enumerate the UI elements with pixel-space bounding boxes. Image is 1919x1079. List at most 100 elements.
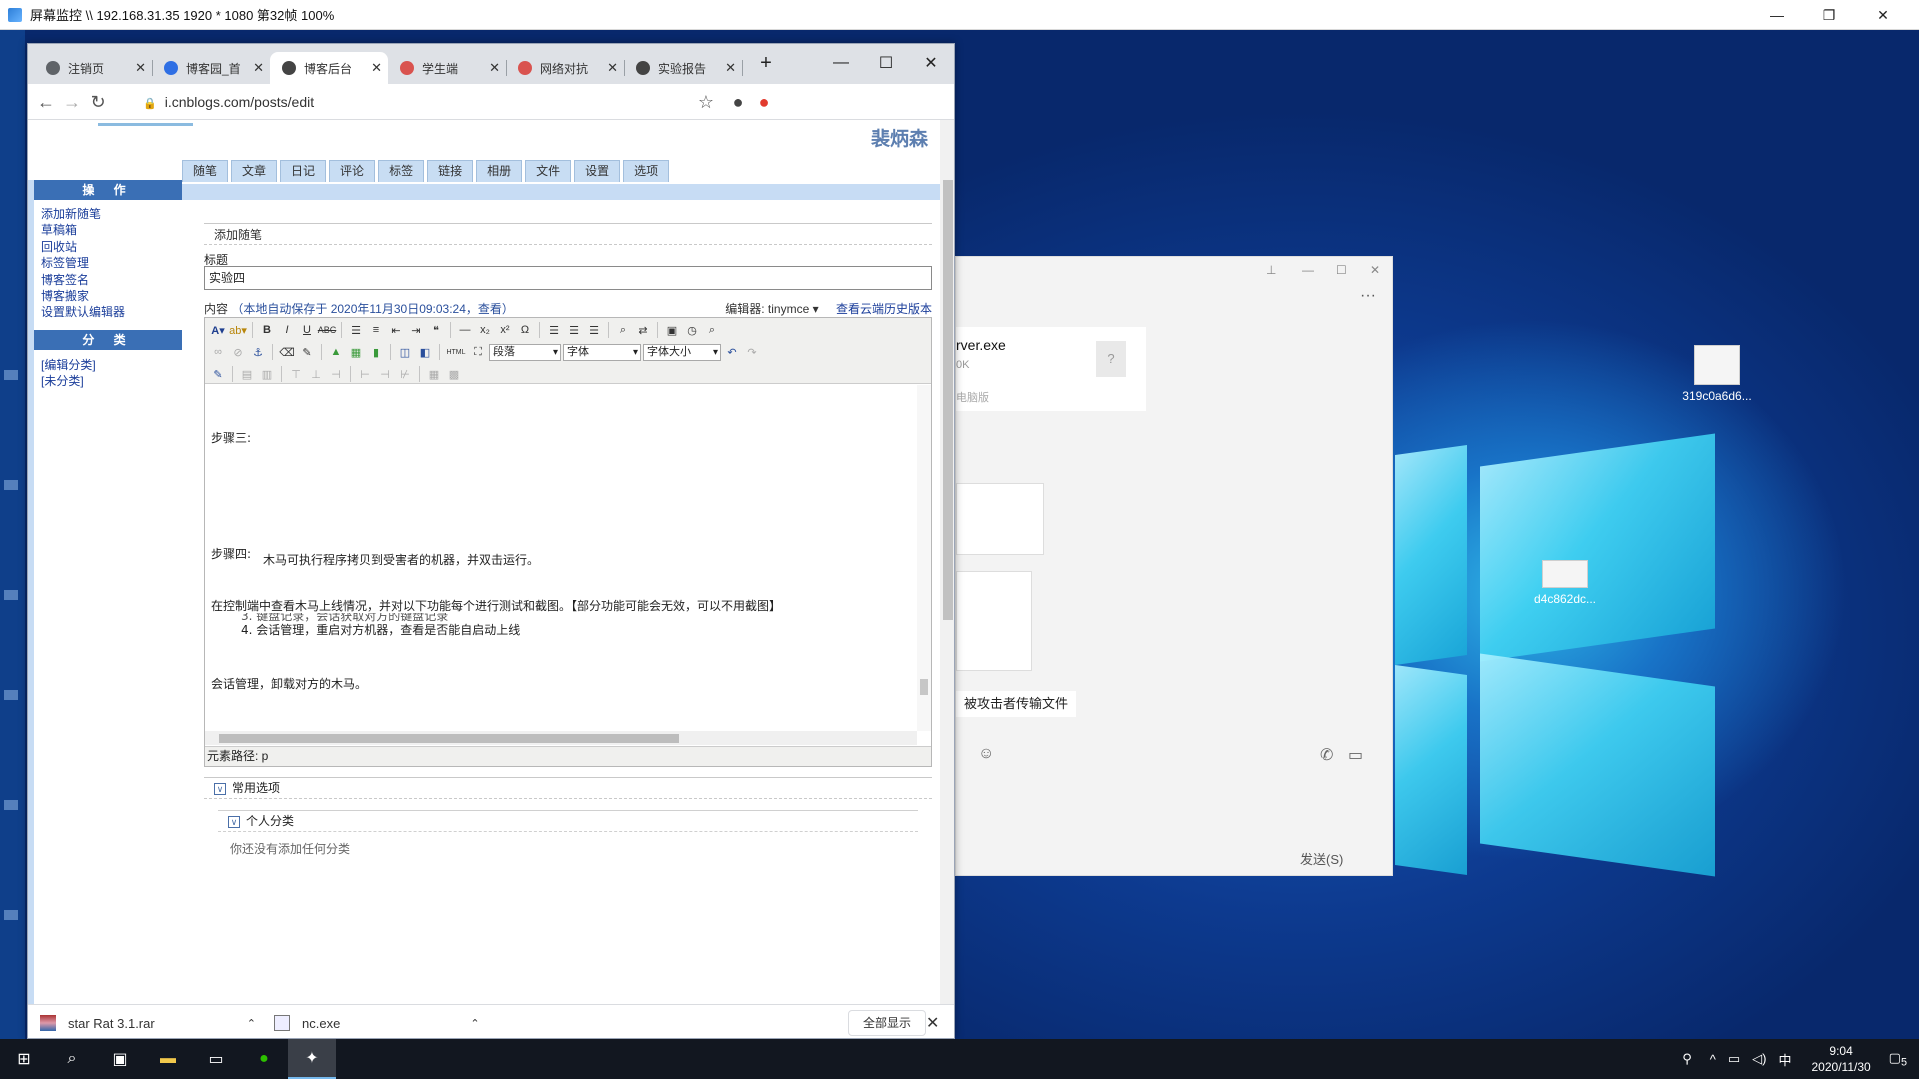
bookmark-star-icon[interactable]: ☆	[694, 90, 718, 114]
code-icon[interactable]: ▣	[663, 321, 681, 339]
preview-icon[interactable]: ⌕	[703, 321, 721, 339]
download-item[interactable]: star Rat 3.1.rar ⌃	[40, 1011, 256, 1035]
monitor-close-button[interactable]: ✕	[1860, 0, 1906, 30]
font-size-select[interactable]: 字体大小	[643, 343, 721, 361]
monitor-maximize-button[interactable]: ❐	[1806, 0, 1852, 30]
bullet-list-icon[interactable]: ☰	[347, 321, 365, 339]
close-downloads-button[interactable]: ✕	[926, 1013, 939, 1033]
send-button[interactable]: 发送(S)	[1300, 849, 1343, 868]
chat-close-button[interactable]: ✕	[1370, 263, 1380, 277]
tab-blog-admin[interactable]: 博客后台 ✕	[270, 52, 388, 84]
wechat-icon[interactable]: ●	[240, 1039, 288, 1079]
underline-icon[interactable]: U	[298, 321, 316, 339]
strikethrough-icon[interactable]: ABC	[318, 321, 337, 339]
replace-icon[interactable]: ⇄	[634, 321, 652, 339]
table-icon[interactable]: ▤	[238, 365, 256, 383]
chat-minimize-button[interactable]: —	[1302, 263, 1314, 277]
task-view-icon[interactable]: ▣	[96, 1039, 144, 1079]
find-icon[interactable]: ⌕	[614, 321, 632, 339]
search-icon[interactable]: ⌕	[48, 1039, 96, 1079]
tab-close-icon[interactable]: ✕	[725, 60, 736, 76]
nav-tab-options[interactable]: 选项	[623, 160, 670, 182]
erase-icon[interactable]: ⌫	[278, 343, 296, 361]
align-center-icon[interactable]: ☰	[565, 321, 583, 339]
chevron-up-icon[interactable]: ⌃	[247, 1017, 256, 1030]
people-icon[interactable]: ⚲	[1682, 1051, 1692, 1067]
nav-tab-settings[interactable]: 设置	[574, 160, 621, 182]
font-color-icon[interactable]: A▾	[209, 321, 227, 339]
sidebar-item-add-post[interactable]: 添加新随笔	[41, 206, 125, 222]
clock[interactable]: 9:04 2020/11/30	[1812, 1043, 1871, 1075]
editor-content-area[interactable]: 步骤三: 步骤四: 木马可执行程序拷贝到受害者的机器，并双击运行。 在控制端中查…	[205, 385, 917, 731]
sidebar-item-migrate[interactable]: 博客搬家	[41, 288, 125, 304]
tab-close-icon[interactable]: ✕	[253, 60, 264, 76]
sidebar-item-tag-manage[interactable]: 标签管理	[41, 255, 125, 271]
common-options-toggle[interactable]: ∨ 常用选项	[204, 777, 932, 799]
tab-report[interactable]: 实验报告 ✕	[624, 52, 743, 84]
italic-icon[interactable]: I	[278, 321, 296, 339]
nav-tab-files[interactable]: 文件	[525, 160, 572, 182]
edit-icon[interactable]: ✎	[209, 365, 227, 383]
editor-vertical-scrollbar[interactable]	[917, 385, 931, 731]
tab-student[interactable]: 学生端 ✕	[388, 52, 507, 84]
merge-cells-icon[interactable]: ▩	[445, 365, 463, 383]
image-message-thumbnail[interactable]	[956, 571, 1032, 671]
insert-code-icon[interactable]: ◫	[396, 343, 414, 361]
forward-button[interactable]: →	[60, 90, 84, 114]
personal-category-toggle[interactable]: ∨ 个人分类	[218, 810, 918, 832]
more-options-icon[interactable]: ···	[1360, 287, 1376, 305]
superscript-icon[interactable]: x²	[496, 321, 514, 339]
nav-tab-diary[interactable]: 日记	[280, 160, 327, 182]
redo-icon[interactable]: ↷	[743, 343, 761, 361]
align-left-icon[interactable]: ☰	[545, 321, 563, 339]
network-icon[interactable]: ▭	[1728, 1051, 1740, 1067]
editor-horizontal-scrollbar[interactable]	[205, 731, 917, 745]
bold-icon[interactable]: B	[258, 321, 276, 339]
delete-row-icon[interactable]: ⊣	[327, 365, 345, 383]
link-icon[interactable]: ∞	[209, 343, 227, 361]
nav-tab-tags[interactable]: 标签	[378, 160, 425, 182]
emoji-icon[interactable]: ☺	[978, 745, 994, 763]
terminal-icon[interactable]: ▭	[192, 1039, 240, 1079]
undo-icon[interactable]: ↶	[723, 343, 741, 361]
indent-icon[interactable]: ⇥	[407, 321, 425, 339]
browser-maximize-button[interactable]: ☐	[866, 48, 906, 78]
reload-button[interactable]: ↻	[86, 90, 110, 114]
new-tab-button[interactable]: +	[746, 48, 786, 78]
back-button[interactable]: ←	[34, 90, 58, 114]
file-explorer-icon[interactable]: ▬	[144, 1039, 192, 1079]
editor-select[interactable]: 编辑器: tinymce ▾	[725, 302, 818, 316]
nav-tab-comments[interactable]: 评论	[329, 160, 376, 182]
page-vertical-scrollbar[interactable]	[940, 120, 954, 1004]
browser-close-button[interactable]: ✕	[911, 48, 951, 78]
nav-tab-posts[interactable]: 随笔	[182, 160, 229, 182]
volume-icon[interactable]: ◁)	[1752, 1051, 1766, 1067]
sidebar-item-recycle[interactable]: 回收站	[41, 239, 125, 255]
sidebar-item-default-editor[interactable]: 设置默认编辑器	[41, 304, 125, 320]
html-icon[interactable]: HTML	[445, 343, 467, 361]
desktop-icon[interactable]: d4c862dc...	[1520, 560, 1610, 606]
clean-format-icon[interactable]: ✎	[298, 343, 316, 361]
sidebar-item-drafts[interactable]: 草稿箱	[41, 222, 125, 238]
time-icon[interactable]: ◷	[683, 321, 701, 339]
anchor-icon[interactable]: ⚓	[249, 343, 267, 361]
sidebar-item-signature[interactable]: 博客签名	[41, 272, 125, 288]
autosave-view-link[interactable]: 查看）	[478, 302, 514, 316]
row-before-icon[interactable]: ⊤	[287, 365, 305, 383]
fullscreen-icon[interactable]: ⛶	[469, 343, 487, 361]
start-button[interactable]: ⊞	[0, 1039, 48, 1079]
tab-close-icon[interactable]: ✕	[607, 60, 618, 76]
numbered-list-icon[interactable]: ≡	[367, 321, 385, 339]
chat-maximize-button[interactable]: ☐	[1336, 263, 1347, 277]
monitor-minimize-button[interactable]: —	[1754, 0, 1800, 30]
notification-icon[interactable]: ▢5	[1889, 1050, 1907, 1069]
font-family-select[interactable]: 字体	[563, 343, 641, 361]
address-bar[interactable]: 🔒 i.cnblogs.com/posts/edit	[143, 90, 314, 114]
nav-tab-links[interactable]: 链接	[427, 160, 474, 182]
show-all-downloads-button[interactable]: 全部显示	[848, 1010, 927, 1036]
app-icon-active[interactable]: ✦	[288, 1039, 336, 1079]
nav-tab-albums[interactable]: 相册	[476, 160, 523, 182]
tab-logout[interactable]: 注销页 ✕	[34, 52, 153, 84]
image-icon[interactable]: ▦	[347, 343, 365, 361]
block-format-select[interactable]: 段落	[489, 343, 561, 361]
